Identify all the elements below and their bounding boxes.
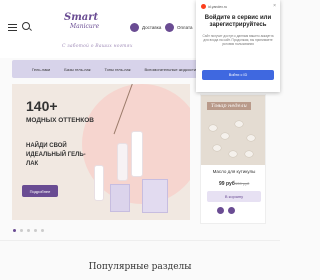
banner-subheadline: МОДНЫХ ОТТЕНКОВ — [26, 117, 94, 124]
next-arrow-icon[interactable] — [228, 207, 235, 214]
payment-link[interactable]: Оплата — [165, 23, 192, 32]
product-title[interactable]: Масло для кутикулы — [205, 169, 263, 174]
login-with-id-button[interactable]: Войти с ID — [202, 70, 274, 80]
search-icon[interactable] — [22, 22, 30, 30]
product-old-price: 139 руб — [235, 181, 250, 186]
product-badge: Товар недели — [207, 102, 251, 110]
yandex-id-popup: id.yandex.ru × Войдите в сервис или заре… — [196, 0, 280, 92]
product-price: 99 руб — [219, 181, 235, 187]
pebble-shape — [221, 133, 229, 139]
carousel-dot[interactable] — [41, 229, 44, 232]
pebble-shape — [235, 121, 243, 127]
prev-arrow-icon[interactable] — [217, 207, 224, 214]
pebble-shape — [213, 145, 221, 151]
carousel-dot[interactable] — [20, 229, 23, 232]
carousel-dot[interactable] — [27, 229, 30, 232]
product-swatches — [217, 207, 235, 214]
pebble-shape — [245, 151, 253, 157]
carousel-dots — [13, 229, 44, 232]
close-icon[interactable]: × — [273, 3, 276, 9]
pebble-shape — [247, 135, 255, 141]
logo-sub[interactable]: Manicure — [70, 23, 99, 30]
nav-item-bases[interactable]: Базы гель-лак — [64, 67, 90, 72]
logo-tagline: С заботой о Ваших ногтях — [62, 44, 133, 49]
popup-description: Сайт получит доступ к данным вашего акка… — [202, 34, 274, 47]
payment-label: Оплата — [177, 25, 193, 30]
wallet-icon — [165, 23, 174, 32]
polish-bottle-image — [132, 132, 142, 176]
logo-main[interactable]: Smart — [64, 12, 98, 23]
add-to-cart-button[interactable]: В корзину — [207, 191, 261, 202]
hero-banner[interactable]: 140+ МОДНЫХ ОТТЕНКОВ НАЙДИ СВОЙ ИДЕАЛЬНЫ… — [12, 84, 190, 220]
pebble-shape — [229, 151, 237, 157]
yandex-logo-icon — [201, 4, 206, 9]
popup-source-text: id.yandex.ru — [208, 4, 228, 9]
banner-more-button[interactable]: Подробнее — [22, 185, 58, 197]
section-divider — [0, 240, 280, 241]
polish-bottle-image — [118, 144, 127, 180]
truck-icon — [130, 23, 139, 32]
carousel-dot[interactable] — [13, 229, 16, 232]
nav-item-liquids[interactable]: Вспомогательные жидкости — [144, 67, 196, 72]
nav-item-tops[interactable]: Топы гель-лак — [104, 67, 130, 72]
polish-bottle-image — [95, 166, 103, 200]
banner-headline: 140+ — [26, 98, 58, 114]
carousel-dot[interactable] — [34, 229, 37, 232]
delivery-link[interactable]: Доставка — [130, 23, 161, 32]
product-of-week-card[interactable]: Товар недели Масло для кутикулы 99 руб 1… — [200, 94, 266, 224]
popup-title: Войдите в сервис или зарегистрируйтесь — [204, 15, 272, 28]
popular-sections-heading: Популярные разделы — [88, 262, 192, 272]
pebble-shape — [209, 125, 217, 131]
product-box-image — [110, 184, 130, 212]
banner-cta-text: НАЙДИ СВОЙ ИДЕАЛЬНЫЙ ГЕЛЬ-ЛАК — [26, 143, 86, 167]
popup-source: id.yandex.ru — [201, 4, 227, 9]
hamburger-menu-icon[interactable] — [8, 24, 17, 31]
delivery-label: Доставка — [142, 25, 162, 30]
product-box-image — [142, 179, 168, 213]
nav-item-gel-lacquers[interactable]: Гель-лаки — [32, 67, 50, 72]
